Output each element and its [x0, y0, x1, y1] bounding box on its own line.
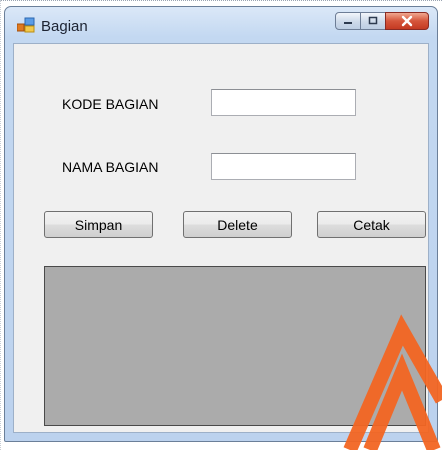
guide-line-top: [0, 0, 442, 5]
kode-bagian-input[interactable]: [211, 89, 356, 116]
close-icon: [401, 15, 413, 27]
cetak-button[interactable]: Cetak: [317, 211, 426, 238]
guide-line-left: [0, 0, 3, 450]
maximize-button[interactable]: [360, 12, 386, 30]
data-grid-view[interactable]: [44, 266, 426, 426]
bagian-window: Bagian KODE BAGIAN NAMA BAGIAN Simpan De…: [4, 6, 438, 442]
kode-bagian-label: KODE BAGIAN: [62, 96, 159, 112]
title-bar[interactable]: Bagian: [5, 7, 437, 43]
delete-button[interactable]: Delete: [183, 211, 292, 238]
close-button[interactable]: [385, 12, 429, 30]
minimize-button[interactable]: [335, 12, 361, 30]
nama-bagian-input[interactable]: [211, 153, 356, 180]
minimize-icon: [344, 22, 352, 24]
form-client-area: KODE BAGIAN NAMA BAGIAN Simpan Delete Ce…: [13, 43, 429, 433]
caption-buttons: [335, 12, 429, 32]
nama-bagian-label: NAMA BAGIAN: [62, 159, 159, 175]
simpan-button[interactable]: Simpan: [44, 211, 153, 238]
app-form-icon: [17, 17, 35, 33]
maximize-icon: [368, 16, 378, 25]
window-title: Bagian: [41, 18, 88, 35]
